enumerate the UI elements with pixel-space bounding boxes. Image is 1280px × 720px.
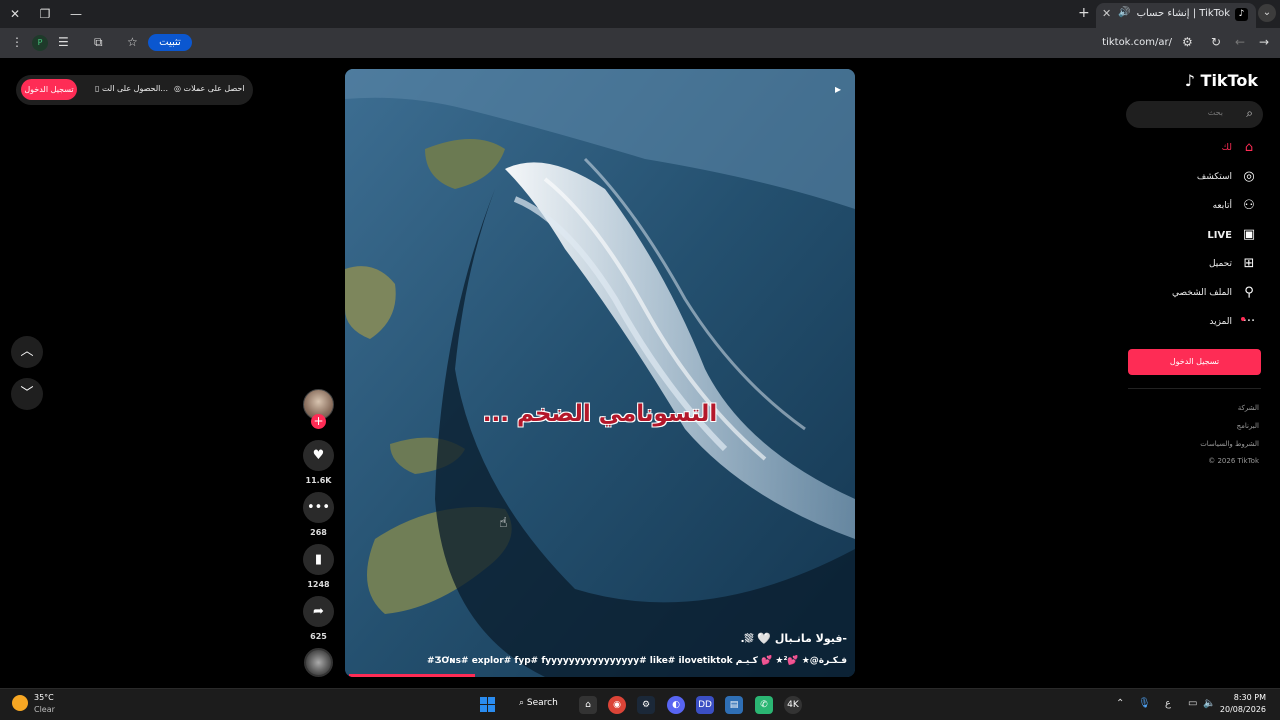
windows-taskbar: 35°C Clear ⌕ Search ⌂ ◉ ⚙ ◐ DD ▤ ✆ 4K ⌃ … (0, 688, 1280, 720)
tiktok-favicon-icon: ♪ (1235, 8, 1248, 21)
taskbar-search-button[interactable]: ⌕ Search (519, 698, 558, 708)
windows-start-icon[interactable] (480, 697, 495, 712)
browser-tab[interactable]: ✕ 🔊 إنشاء حساب | TikTok ♪ (1096, 3, 1256, 28)
video-caption-hashtags[interactable]: فـكـرة@★ 💕²★ 💕 كـيـم ƷƠɴs# explor# fyp# … (427, 656, 847, 666)
discord-icon[interactable]: ◐ (667, 696, 685, 714)
steam-icon[interactable]: ⚙ (637, 696, 655, 714)
upload-icon: ⊞ (1243, 256, 1255, 271)
tiktok-page: تسجيل الدخول ▯ الحصول على الت... ◎ احصل … (0, 58, 1280, 688)
music-disc-icon[interactable] (304, 648, 333, 677)
window-minimize-icon[interactable]: — (68, 6, 84, 22)
sidebar-item-label: المزيد (1209, 317, 1232, 327)
window-close-icon[interactable]: ✕ (7, 6, 23, 22)
get-coins-link[interactable]: ◎ احصل على عملات (174, 84, 245, 93)
tab-audio-icon[interactable]: 🔊 (1118, 7, 1130, 18)
reading-list-icon[interactable]: ☰ (58, 35, 69, 49)
get-coins-label: احصل على عملات (183, 84, 245, 93)
file-app-icon[interactable]: ▤ (725, 696, 743, 714)
like-count: 11.6K (305, 476, 332, 485)
bookmark-icon[interactable]: ▮ (303, 544, 334, 575)
like-heart-icon[interactable]: ♥ (303, 440, 334, 471)
home-app-icon[interactable]: ⌂ (579, 696, 597, 714)
tiktok-logo[interactable]: ♪ TikTok (1185, 71, 1258, 90)
mouse-cursor-icon: ☝ (499, 515, 508, 531)
get-app-link[interactable]: ▯ الحصول على الت... (95, 84, 168, 93)
top-pill-bar: تسجيل الدخول ▯ الحصول على الت... ◎ احصل … (16, 75, 253, 105)
profile-avatar-icon[interactable]: P (32, 35, 48, 51)
search-placeholder: بحث (1207, 108, 1223, 117)
video-player[interactable]: ▸ التسونامي الضخم ... ☝ -فيولا مانـبال 🤍… (345, 69, 855, 677)
next-video-button[interactable]: ﹀ (11, 378, 43, 410)
share-count: 625 (310, 632, 327, 641)
weather-condition[interactable]: Clear (34, 705, 55, 714)
search-input[interactable]: بحث ⌕ (1126, 101, 1263, 128)
volume-icon[interactable]: 🔈 (1203, 698, 1215, 709)
video-frame-image (345, 69, 855, 677)
network-icon[interactable]: ▭ (1188, 698, 1197, 709)
save-count: 1248 (307, 580, 330, 589)
sidebar-item-label: استكشف (1196, 172, 1232, 182)
previous-video-button[interactable]: ︿ (11, 336, 43, 368)
reload-icon[interactable]: ↻ (1211, 35, 1221, 49)
browser-tabbar: ✕ ❐ — + ✕ 🔊 إنشاء حساب | TikTok ♪ ⌄ (0, 0, 1280, 28)
window-restore-icon[interactable]: ❐ (37, 6, 53, 22)
share-arrow-icon[interactable]: ➦ (303, 596, 334, 627)
weather-temperature[interactable]: 35°C (34, 693, 54, 702)
get-app-label: الحصول على الت... (101, 84, 168, 93)
browser-toolbar: ⋮ P ☰ ⧉ ☆ تثبيت tiktok.com/ar/ ⚙ ↻ ← → (0, 28, 1280, 58)
user-plus-icon: ⚇ (1243, 198, 1255, 213)
extensions-icon[interactable]: ⧉ (94, 35, 103, 50)
sidebar-item-label: لك (1221, 143, 1232, 153)
tab-close-icon[interactable]: ✕ (1102, 7, 1111, 20)
comment-icon[interactable]: ••• (303, 492, 334, 523)
home-icon: ⌂ (1244, 140, 1254, 155)
more-icon: ··· (1242, 314, 1256, 329)
4k-app-icon[interactable]: 4K (784, 696, 802, 714)
tab-title: إنشاء حساب | TikTok (1136, 8, 1230, 19)
login-pill-button[interactable]: تسجيل الدخول (21, 79, 77, 100)
bookmark-star-icon[interactable]: ☆ (127, 35, 138, 49)
menu-kebab-icon[interactable]: ⋮ (11, 35, 23, 49)
sidebar-item-label: LIVE (1207, 230, 1232, 241)
profile-icon: ⚲ (1244, 285, 1254, 300)
footer-link-terms[interactable]: الشروط والسياسات (1200, 440, 1259, 448)
video-overlay-text: التسونامي الضخم ... (482, 401, 718, 427)
sidebar-item-label: تحميل (1208, 259, 1232, 269)
sidebar-item-label: الملف الشخصي (1172, 288, 1232, 298)
footer-copyright: © 2026 TikTok (1208, 457, 1259, 465)
video-progress-bar[interactable] (349, 674, 475, 677)
sidebar-item-label: أتابعه (1212, 201, 1232, 211)
clock-time[interactable]: 8:30 PM (1234, 693, 1266, 702)
taskbar-search-label: Search (526, 698, 558, 708)
keyboard-language[interactable]: ع (1165, 698, 1171, 709)
microphone-icon[interactable]: 🎙 (1138, 698, 1151, 709)
clock-date[interactable]: 20/08/2026 (1220, 705, 1266, 714)
weather-sun-icon[interactable] (12, 695, 28, 711)
notification-dot (1241, 317, 1245, 321)
app-dd-icon[interactable]: DD (696, 696, 714, 714)
footer-link-program[interactable]: البرنامج (1237, 422, 1259, 430)
tv-icon: ▣ (1242, 227, 1256, 242)
tab-search-icon[interactable]: ⌄ (1258, 4, 1276, 22)
sidebar-divider (1128, 388, 1261, 389)
chrome-icon[interactable]: ◉ (608, 696, 626, 714)
video-caption-username[interactable]: -فيولا مانـبال 🤍 ⛆. (740, 632, 847, 646)
search-icon[interactable]: ⌕ (1246, 106, 1253, 121)
site-settings-icon[interactable]: ⚙ (1182, 35, 1193, 49)
video-menu-icon[interactable]: ▸ (835, 82, 841, 96)
footer-link-company[interactable]: الشركة (1238, 404, 1259, 412)
address-bar[interactable]: tiktok.com/ar/ (1102, 37, 1172, 48)
tray-chevron-icon[interactable]: ⌃ (1116, 698, 1124, 709)
back-icon[interactable]: ← (1235, 35, 1245, 49)
install-app-button[interactable]: تثبيت (148, 34, 192, 51)
follow-plus-icon[interactable]: + (311, 414, 326, 429)
new-tab-icon[interactable]: + (1078, 5, 1090, 21)
whatsapp-icon[interactable]: ✆ (755, 696, 773, 714)
comment-count: 268 (310, 528, 327, 537)
logo-text: TikTok (1200, 71, 1258, 90)
compass-icon: ◎ (1243, 169, 1255, 184)
sidebar-login-button[interactable]: تسجيل الدخول (1128, 349, 1261, 375)
forward-icon[interactable]: → (1259, 35, 1269, 49)
